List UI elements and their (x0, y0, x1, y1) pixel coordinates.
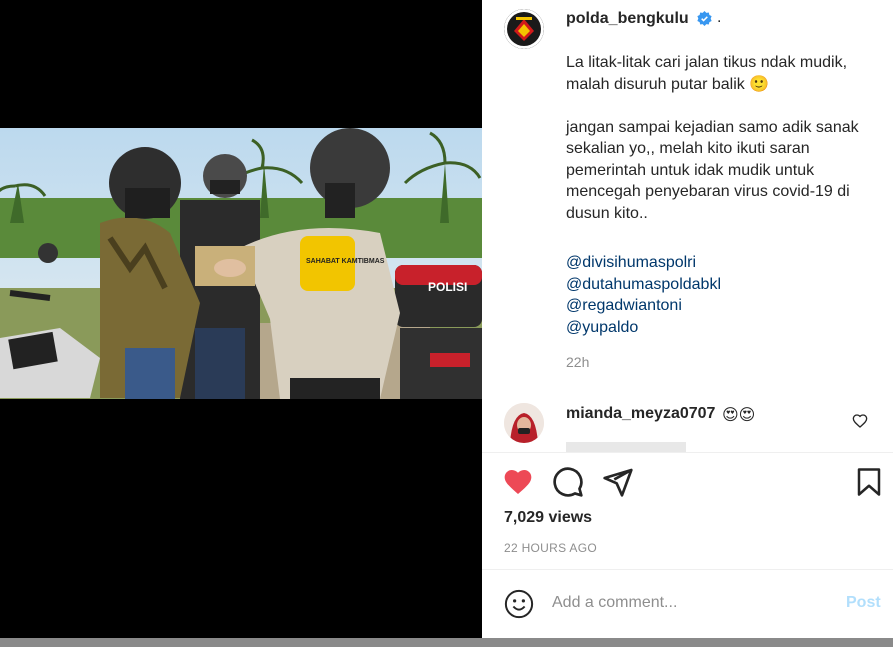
avatar[interactable] (504, 9, 544, 49)
avatar[interactable] (504, 403, 544, 443)
instagram-post-modal: POLISI SAHABAT KAMTIBMAS polda_bengkulu … (0, 0, 893, 647)
verified-badge-icon (697, 11, 712, 26)
comment-item: mianda_meyza0707 😍😍 (482, 398, 893, 452)
caption-time[interactable]: 22h (566, 354, 589, 370)
comment-like-icon[interactable] (852, 413, 868, 429)
mention-list: @divisihumaspolri @dutahumaspoldabkl @re… (566, 252, 721, 338)
post-header: polda_bengkulu . (482, 0, 893, 49)
add-comment-form: Post (482, 570, 893, 638)
share-icon[interactable] (602, 466, 634, 498)
post-timestamp[interactable]: 22 HOURS AGO (504, 541, 597, 555)
view-count[interactable]: 7,029 views (504, 509, 592, 527)
mention-link[interactable]: @regadwiantoni (566, 295, 721, 317)
post-caption: La litak-litak cari jalan tikus ndak mud… (566, 54, 859, 222)
video-still: POLISI SAHABAT KAMTIBMAS (0, 128, 482, 399)
post-panel: polda_bengkulu . La litak-litak cari jal… (482, 0, 893, 638)
comment-text: 😍😍 (722, 407, 756, 424)
header-separator: . (717, 9, 722, 26)
armband-label: SAHABAT KAMTIBMAS (306, 258, 385, 265)
bottom-strip (0, 638, 893, 647)
van-label: POLISI (428, 280, 467, 294)
police-emblem-icon (504, 9, 544, 49)
comment-input[interactable] (552, 590, 802, 616)
comment-icon[interactable] (552, 466, 584, 498)
comment-overflow (566, 442, 686, 452)
commenter-photo (504, 403, 544, 443)
mention-link[interactable]: @divisihumaspolri (566, 252, 721, 274)
heart-icon[interactable] (502, 466, 534, 498)
emoji-icon[interactable] (504, 589, 534, 619)
comment-username[interactable]: mianda_meyza0707 (566, 405, 715, 423)
bookmark-icon[interactable] (854, 466, 884, 498)
post-video[interactable]: POLISI SAHABAT KAMTIBMAS (0, 128, 482, 399)
post-username[interactable]: polda_bengkulu (566, 10, 689, 28)
mention-link[interactable]: @dutahumaspoldabkl (566, 274, 721, 296)
media-column: POLISI SAHABAT KAMTIBMAS (0, 0, 482, 638)
action-bar (482, 452, 893, 512)
mention-link[interactable]: @yupaldo (566, 317, 721, 339)
post-button[interactable]: Post (846, 594, 881, 612)
